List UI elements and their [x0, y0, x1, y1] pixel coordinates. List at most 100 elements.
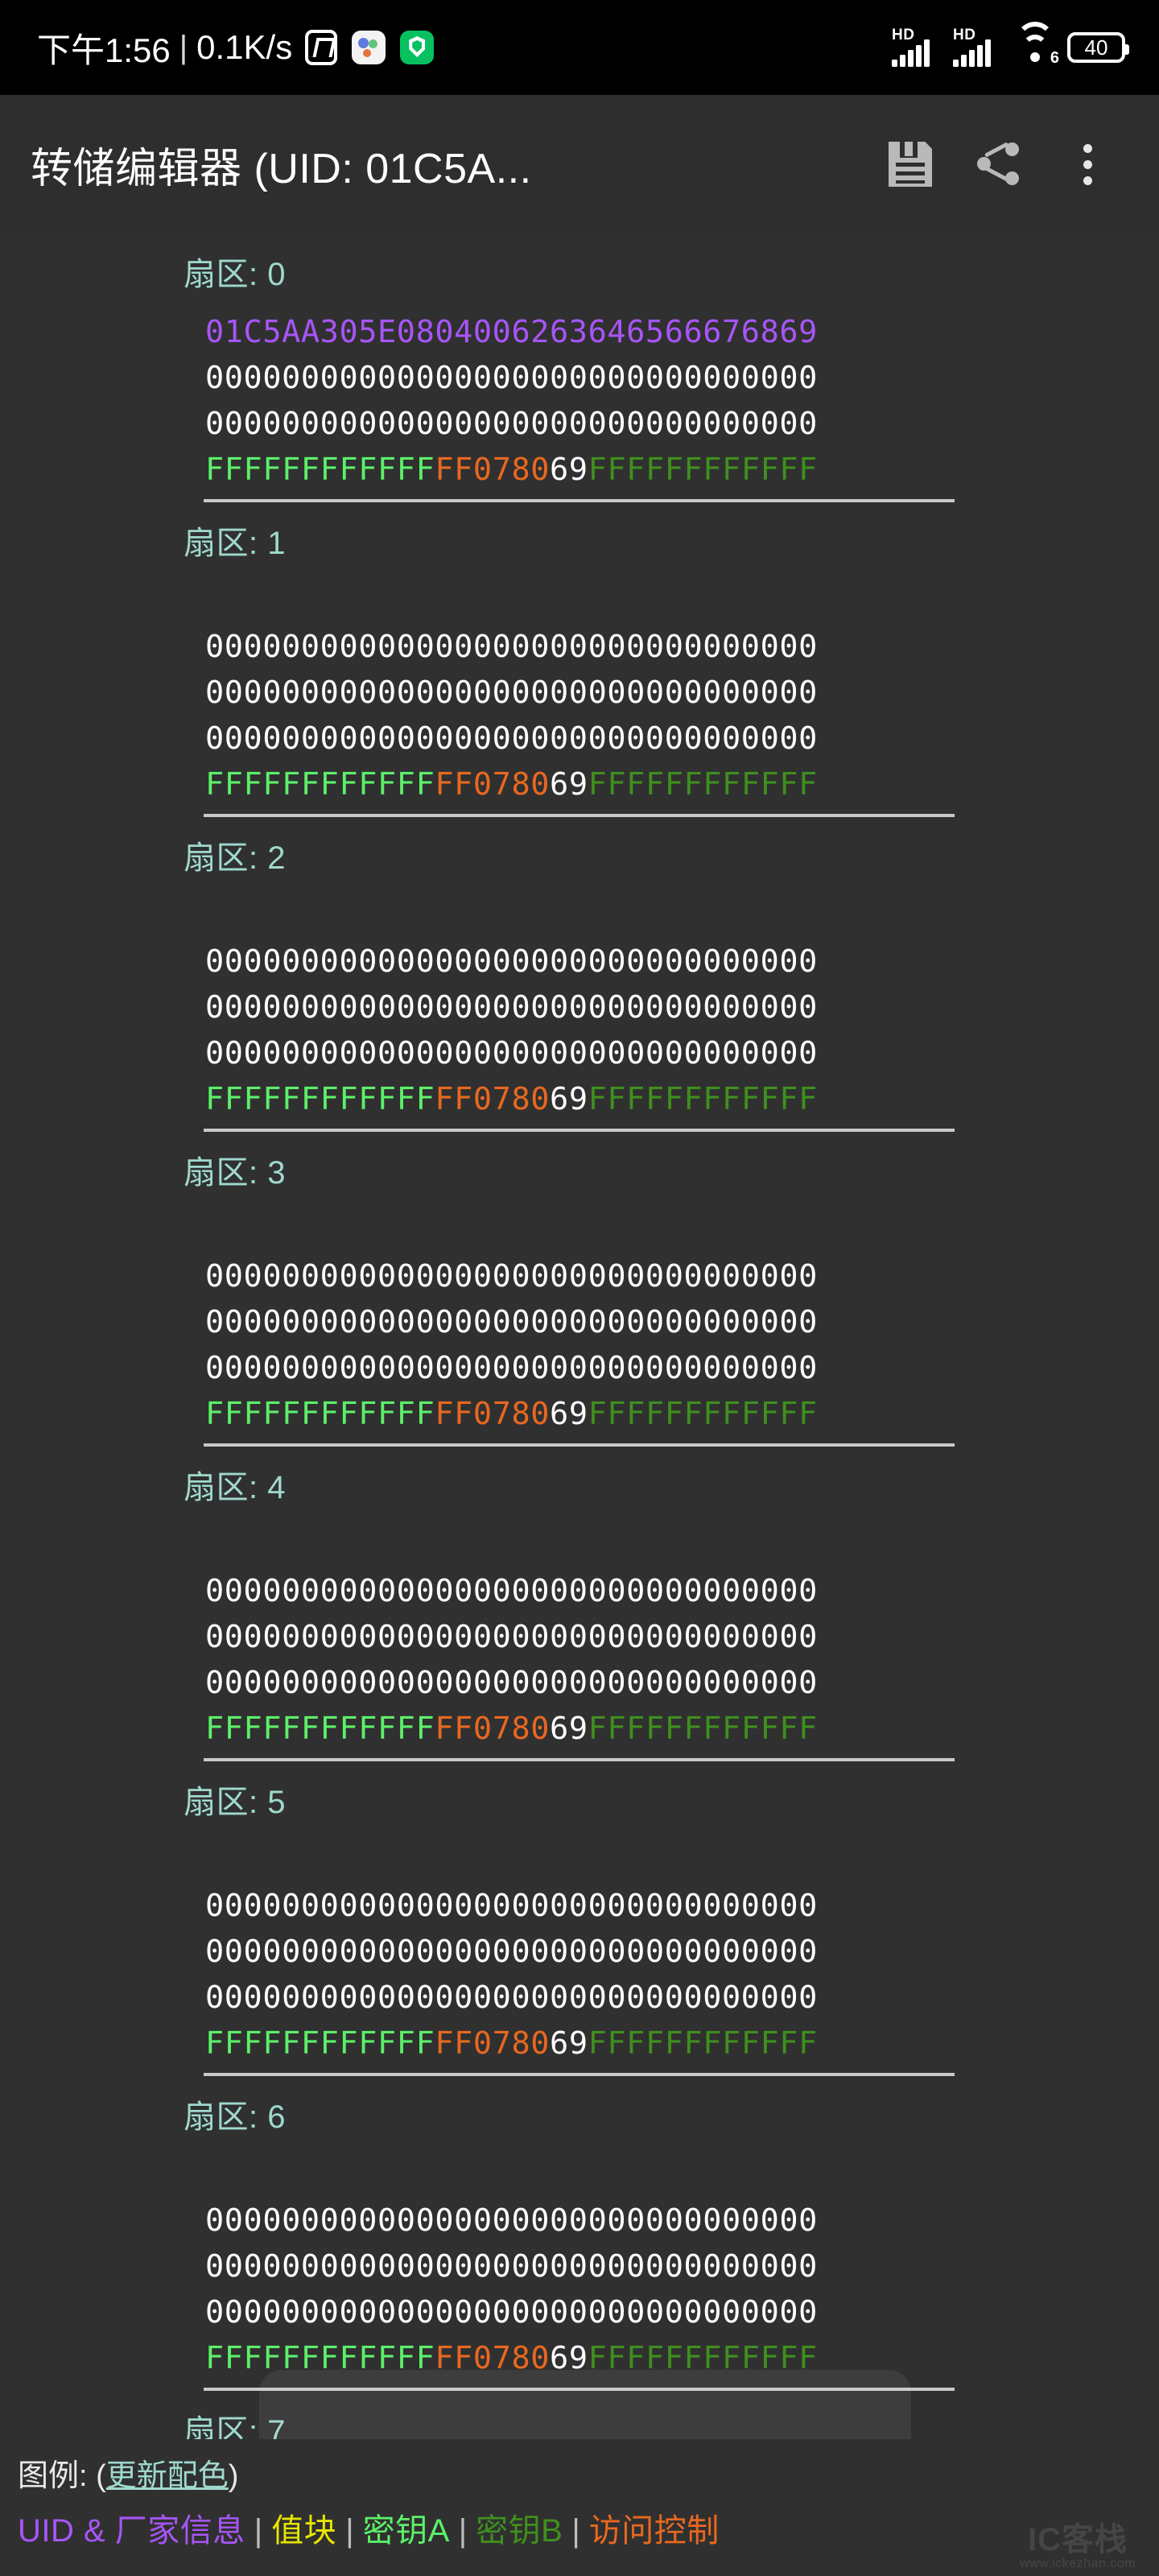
sector-rows[interactable]: 00000000000000000000000000000000 00000000… [205, 578, 1159, 807]
watermark-sub: www.ickezhan.com [1019, 2557, 1136, 2570]
hex-segment: FF0780 [435, 2340, 551, 2376]
status-clock: 下午1:56 [37, 31, 171, 69]
spacer-row [205, 1522, 1159, 1568]
hex-segment: FFFFFFFFFFFF [205, 1711, 435, 1747]
hex-row[interactable]: 00000000000000000000000000000000 [205, 1345, 1159, 1391]
hex-segment: FF0780 [435, 2025, 551, 2062]
hex-row[interactable]: 00000000000000000000000000000000 [205, 2198, 1159, 2244]
hex-row[interactable]: FFFFFFFFFFFFFF078069FFFFFFFFFFFF [205, 762, 1159, 807]
hex-row[interactable]: 00000000000000000000000000000000 [205, 355, 1159, 401]
security-shield-icon [400, 31, 435, 64]
spacer-row [205, 893, 1159, 939]
sector-block[interactable]: 扇区: 7 [0, 2391, 1159, 2439]
hex-row[interactable]: 00000000000000000000000000000000 [205, 2289, 1159, 2335]
hex-row[interactable]: 00000000000000000000000000000000 [205, 939, 1159, 985]
hex-segment: FFFFFFFFFFFF [205, 1081, 435, 1117]
sector-rows[interactable]: 00000000000000000000000000000000 00000000… [205, 1522, 1159, 1752]
hex-segment: 00000000000000000000000000000000 [205, 1258, 818, 1294]
hex-segment: 00000000000000000000000000000000 [205, 1934, 818, 1970]
hex-segment: FFFFFFFFFFFF [205, 766, 435, 803]
hex-row[interactable]: 00000000000000000000000000000000 [205, 716, 1159, 762]
hex-row[interactable]: FFFFFFFFFFFFFF078069FFFFFFFFFFFF [205, 2335, 1159, 2381]
hex-segment: 00000000000000000000000000000000 [205, 943, 818, 980]
hex-segment: FFFFFFFFFFFF [205, 1396, 435, 1432]
signal-icon-sim1: HD [892, 27, 942, 67]
hex-row[interactable]: FFFFFFFFFFFFFF078069FFFFFFFFFFFF [205, 2021, 1159, 2066]
assistant-icon [352, 31, 386, 64]
hex-segment: FFFFFFFFFFFF [205, 452, 435, 488]
hex-segment: 00000000000000000000000000000000 [205, 1350, 818, 1386]
hex-row[interactable]: 00000000000000000000000000000000 [205, 1975, 1159, 2021]
hex-row[interactable]: 01C5AA305E0804006263646566676869 [205, 309, 1159, 355]
hex-segment: 69 [550, 766, 588, 803]
hex-segment: 69 [550, 2340, 588, 2376]
app-bar-actions [866, 120, 1132, 208]
hex-segment: 00000000000000000000000000000000 [205, 1035, 818, 1071]
spacer-row [205, 1837, 1159, 1883]
sector-block[interactable]: 扇区: 4 00000000000000000000000000000000 000… [0, 1447, 1159, 1761]
nfc-icon [305, 30, 338, 65]
sector-label: 扇区: 2 [184, 840, 286, 876]
hex-row[interactable]: 00000000000000000000000000000000 [205, 1030, 1159, 1076]
sector-block[interactable]: 扇区: 1 00000000000000000000000000000000 000… [0, 502, 1159, 817]
status-bar-right: HD HD 6 40 [892, 22, 1129, 67]
dump-list[interactable]: 扇区: 0 01C5AA305E0804006263646566676869 000… [0, 233, 1159, 2439]
network-speed-label: 0.1K/s [196, 28, 293, 66]
overflow-menu-button[interactable] [1043, 120, 1132, 208]
sector-block[interactable]: 扇区: 0 01C5AA305E0804006263646566676869 000… [0, 233, 1159, 502]
hex-segment: 00000000000000000000000000000000 [205, 720, 818, 757]
legend-separator: | [571, 2513, 580, 2549]
hex-segment: FFFFFFFFFFFF [588, 766, 818, 803]
hex-segment: FFFFFFFFFFFF [588, 2025, 818, 2062]
spacer-row [205, 578, 1159, 624]
app-root: 下午1:56 | 0.1K/s HD HD 6 40 转储编辑器 (UID: 0… [0, 0, 1159, 2576]
sector-rows[interactable]: 01C5AA305E0804006263646566676869 00000000… [205, 309, 1159, 493]
sector-rows[interactable]: 00000000000000000000000000000000 00000000… [205, 893, 1159, 1122]
status-bar-left: 下午1:56 | 0.1K/s [37, 23, 435, 72]
hex-segment: 00000000000000000000000000000000 [205, 360, 818, 396]
sector-label: 扇区: 7 [184, 2414, 286, 2439]
hex-segment: 00000000000000000000000000000000 [205, 675, 818, 711]
sector-rows[interactable]: 00000000000000000000000000000000 00000000… [205, 2152, 1159, 2381]
sector-block[interactable]: 扇区: 2 00000000000000000000000000000000 000… [0, 817, 1159, 1132]
update-colors-link[interactable]: 更新配色 [106, 2450, 229, 2495]
share-button[interactable] [955, 120, 1043, 208]
legend-separator: | [254, 2513, 263, 2549]
hex-segment: 69 [550, 1396, 588, 1432]
hex-row[interactable]: 00000000000000000000000000000000 [205, 1568, 1159, 1614]
hex-row[interactable]: 00000000000000000000000000000000 [205, 1253, 1159, 1299]
hex-row[interactable]: FFFFFFFFFFFFFF078069FFFFFFFFFFFF [205, 1706, 1159, 1752]
hex-row[interactable]: 00000000000000000000000000000000 [205, 985, 1159, 1030]
hex-segment: FF0780 [435, 452, 551, 488]
hex-row[interactable]: 00000000000000000000000000000000 [205, 670, 1159, 716]
sector-rows[interactable]: 00000000000000000000000000000000 00000000… [205, 1208, 1159, 1437]
hex-row[interactable]: FFFFFFFFFFFFFF078069FFFFFFFFFFFF [205, 1076, 1159, 1122]
hex-row[interactable]: 00000000000000000000000000000000 [205, 624, 1159, 670]
legend-item: 密钥A [362, 2513, 450, 2549]
sector-rows[interactable]: 00000000000000000000000000000000 00000000… [205, 1837, 1159, 2066]
sector-label: 扇区: 6 [184, 2099, 286, 2135]
hex-row[interactable]: 00000000000000000000000000000000 [205, 1614, 1159, 1660]
signal-icon-sim2: HD [953, 27, 1003, 67]
hex-row[interactable]: 00000000000000000000000000000000 [205, 1299, 1159, 1345]
legend-bar: 图例: ( 更新配色 ) UID & 厂家信息 | 值块 | 密钥A | 密钥B | 访问控制 … [0, 2439, 1159, 2576]
sector-block[interactable]: 扇区: 3 00000000000000000000000000000000 000… [0, 1132, 1159, 1447]
hex-segment: FF0780 [435, 1711, 551, 1747]
sector-block[interactable]: 扇区: 6 00000000000000000000000000000000 000… [0, 2076, 1159, 2391]
hex-row[interactable]: 00000000000000000000000000000000 [205, 1929, 1159, 1975]
hex-row[interactable]: 00000000000000000000000000000000 [205, 2244, 1159, 2289]
legend-item: UID & 厂家信息 [18, 2513, 245, 2549]
sector-block[interactable]: 扇区: 5 00000000000000000000000000000000 000… [0, 1761, 1159, 2076]
save-button[interactable] [866, 120, 955, 208]
sector-label: 扇区: 5 [184, 1785, 286, 1820]
hex-segment: 00000000000000000000000000000000 [205, 1619, 818, 1655]
hex-row[interactable]: FFFFFFFFFFFFFF078069FFFFFFFFFFFF [205, 447, 1159, 493]
hex-row[interactable]: 00000000000000000000000000000000 [205, 1660, 1159, 1706]
hex-segment: 00000000000000000000000000000000 [205, 629, 818, 665]
hex-row[interactable]: 00000000000000000000000000000000 [205, 401, 1159, 447]
sector-container: 扇区: 0 01C5AA305E0804006263646566676869 000… [0, 233, 1159, 2439]
hex-row[interactable]: FFFFFFFFFFFFFF078069FFFFFFFFFFFF [205, 1391, 1159, 1437]
share-icon [976, 142, 1021, 187]
hex-row[interactable]: 00000000000000000000000000000000 [205, 1883, 1159, 1929]
hex-segment: 69 [550, 452, 588, 488]
